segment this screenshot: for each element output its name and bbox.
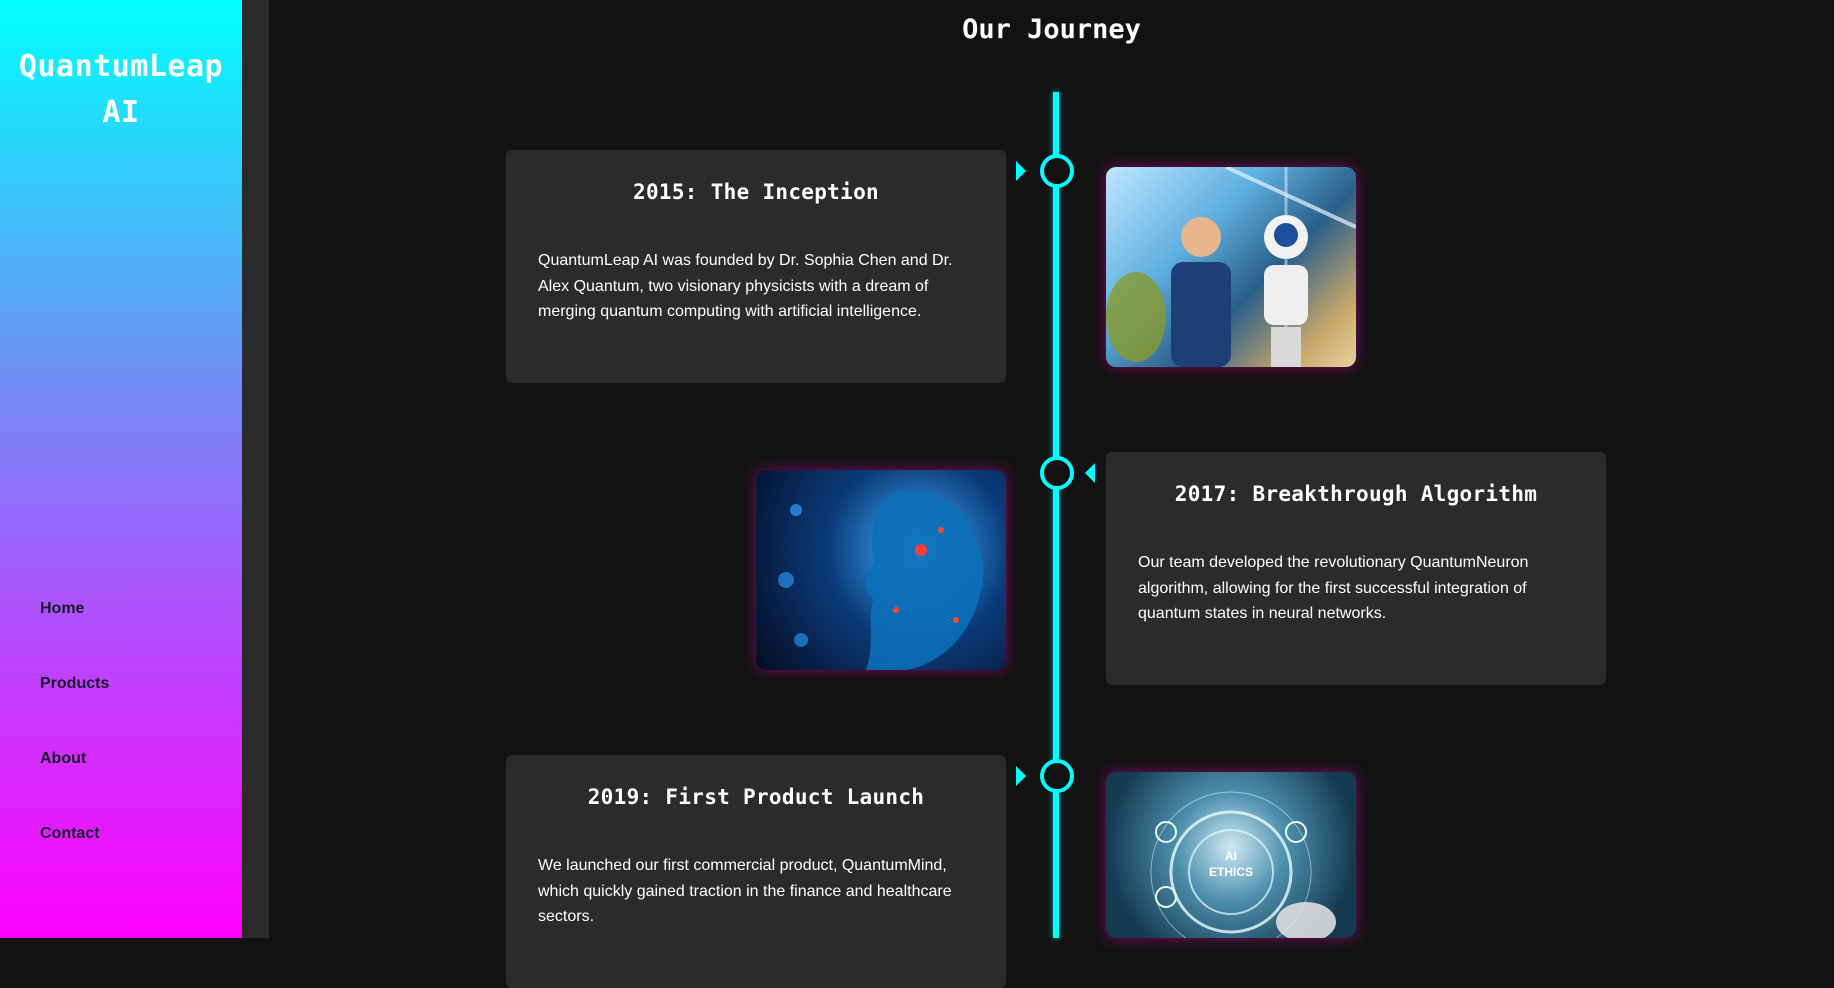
nav-contact[interactable]: Contact [40, 825, 109, 900]
robot-scene-illustration [1106, 167, 1356, 367]
timeline-dot [1040, 759, 1074, 793]
timeline-title: 2019: First Product Launch [587, 785, 925, 809]
main-nav: Home Products About Contact [40, 600, 109, 900]
nav-home[interactable]: Home [40, 600, 109, 675]
brand-suffix: AI [102, 95, 140, 130]
digital-face-image [756, 470, 1006, 670]
timeline-dot [1040, 456, 1074, 490]
scrollbar-track[interactable] [242, 0, 269, 938]
timeline-card-2019: 2019: First Product Launch We launched o… [506, 755, 1006, 988]
ai-ethics-label-2: ETHICS [1209, 865, 1253, 879]
ai-ethics-image: AI ETHICS [1106, 772, 1356, 938]
timeline-line [1053, 92, 1059, 938]
pointer-arrow-icon [1016, 161, 1026, 181]
sidebar: QuantumLeap AI Home Products About Conta… [0, 0, 242, 938]
timeline-text: Our team developed the revolutionary Qua… [1138, 554, 1529, 622]
timeline-text: We launched our first commercial product… [538, 857, 952, 925]
page-title: Our Journey [962, 14, 1141, 45]
timeline-title: 2015: The Inception [633, 180, 879, 204]
brand-name: QuantumLeap [18, 49, 224, 84]
nav-about[interactable]: About [40, 750, 109, 825]
timeline-card-2015: 2015: The Inception QuantumLeap AI was f… [506, 150, 1006, 383]
pointer-arrow-icon [1085, 463, 1095, 483]
brand-logo[interactable]: QuantumLeap AI [0, 44, 242, 136]
digital-face-illustration [778, 490, 984, 670]
timeline-card-2017: 2017: Breakthrough Algorithm Our team de… [1106, 452, 1606, 685]
timeline-title: 2017: Breakthrough Algorithm [1174, 482, 1538, 506]
nav-products[interactable]: Products [40, 675, 109, 750]
businessman-and-robot-image [1106, 167, 1356, 367]
timeline-dot [1040, 154, 1074, 188]
timeline-text: QuantumLeap AI was founded by Dr. Sophia… [538, 252, 953, 320]
pointer-arrow-icon [1016, 766, 1026, 786]
ai-ethics-label: AI [1225, 849, 1237, 863]
ai-ethics-illustration: AI ETHICS [1150, 791, 1336, 938]
